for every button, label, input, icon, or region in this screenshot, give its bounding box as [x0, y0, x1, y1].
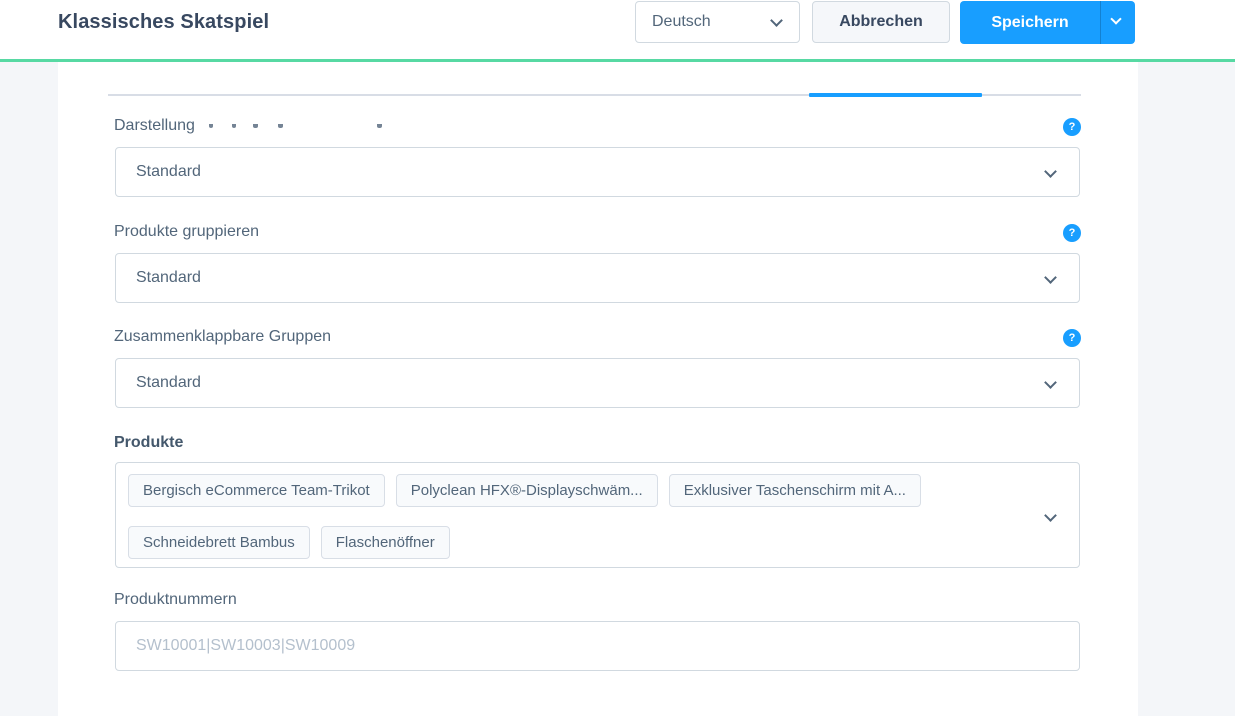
help-icon[interactable]: ? — [1063, 329, 1081, 347]
chevron-down-icon — [1110, 13, 1122, 25]
select-value: Standard — [136, 374, 201, 391]
produktnummern-input[interactable] — [115, 621, 1080, 671]
product-tag[interactable]: Exklusiver Taschenschirm mit A... — [668, 474, 921, 507]
zusammenklappbare-gruppen-select[interactable]: Standard — [115, 358, 1080, 408]
help-icon[interactable]: ? — [1063, 118, 1081, 136]
cancel-button[interactable]: Abbrechen — [812, 1, 950, 43]
clipped-text-fragment — [278, 124, 283, 128]
clipped-text-fragment — [209, 124, 213, 128]
question-mark-glyph: ? — [1068, 332, 1076, 344]
darstellung-select[interactable]: Standard — [115, 147, 1080, 197]
chevron-down-icon — [1044, 271, 1057, 284]
product-tag[interactable]: Polyclean HFX®-Displayschwäm... — [395, 474, 658, 507]
save-button[interactable]: Speichern — [960, 1, 1100, 44]
field-label-produkte: Produkte — [114, 434, 184, 451]
product-tag[interactable]: Flaschenöffner — [320, 526, 450, 559]
help-icon[interactable]: ? — [1063, 224, 1081, 242]
field-label-darstellung: Darstellung — [114, 117, 195, 134]
clipped-text-fragment — [377, 124, 382, 128]
chevron-down-icon — [1044, 165, 1057, 178]
page: Darstellung ? Standard Produkte gruppier… — [0, 0, 1235, 716]
field-label-produkte-gruppieren: Produkte gruppieren — [114, 223, 259, 240]
product-tag[interactable]: Bergisch eCommerce Team-Trikot — [128, 474, 385, 507]
select-value: Standard — [136, 269, 201, 286]
produkte-gruppieren-select[interactable]: Standard — [115, 253, 1080, 303]
page-title: Klassisches Skatspiel — [58, 11, 270, 33]
chevron-down-icon — [1044, 509, 1057, 522]
product-tag[interactable]: Schneidebrett Bambus — [128, 526, 310, 559]
produkte-multiselect[interactable]: Bergisch eCommerce Team-Trikot Polyclean… — [115, 462, 1080, 568]
language-select[interactable]: Deutsch — [635, 1, 800, 43]
language-select-value: Deutsch — [652, 13, 711, 30]
smart-bar-header: Klassisches Skatspiel Deutsch Abbrechen … — [0, 0, 1235, 62]
chevron-down-icon — [770, 14, 783, 27]
save-split-button: Speichern — [960, 1, 1135, 44]
clipped-text-fragment — [232, 124, 236, 128]
field-label-produktnummern: Produktnummern — [114, 591, 237, 608]
question-mark-glyph: ? — [1068, 121, 1076, 133]
question-mark-glyph: ? — [1068, 227, 1076, 239]
active-tab-underline[interactable] — [809, 93, 982, 97]
clipped-text-fragment — [253, 124, 258, 128]
field-label-zusammenklappbare-gruppen: Zusammenklappbare Gruppen — [114, 328, 332, 345]
save-dropdown-toggle[interactable] — [1100, 1, 1135, 44]
tag-row: Schneidebrett Bambus Flaschenöffner — [128, 526, 450, 559]
select-value: Standard — [136, 163, 201, 180]
tag-row: Bergisch eCommerce Team-Trikot Polyclean… — [128, 474, 921, 507]
chevron-down-icon — [1044, 376, 1057, 389]
